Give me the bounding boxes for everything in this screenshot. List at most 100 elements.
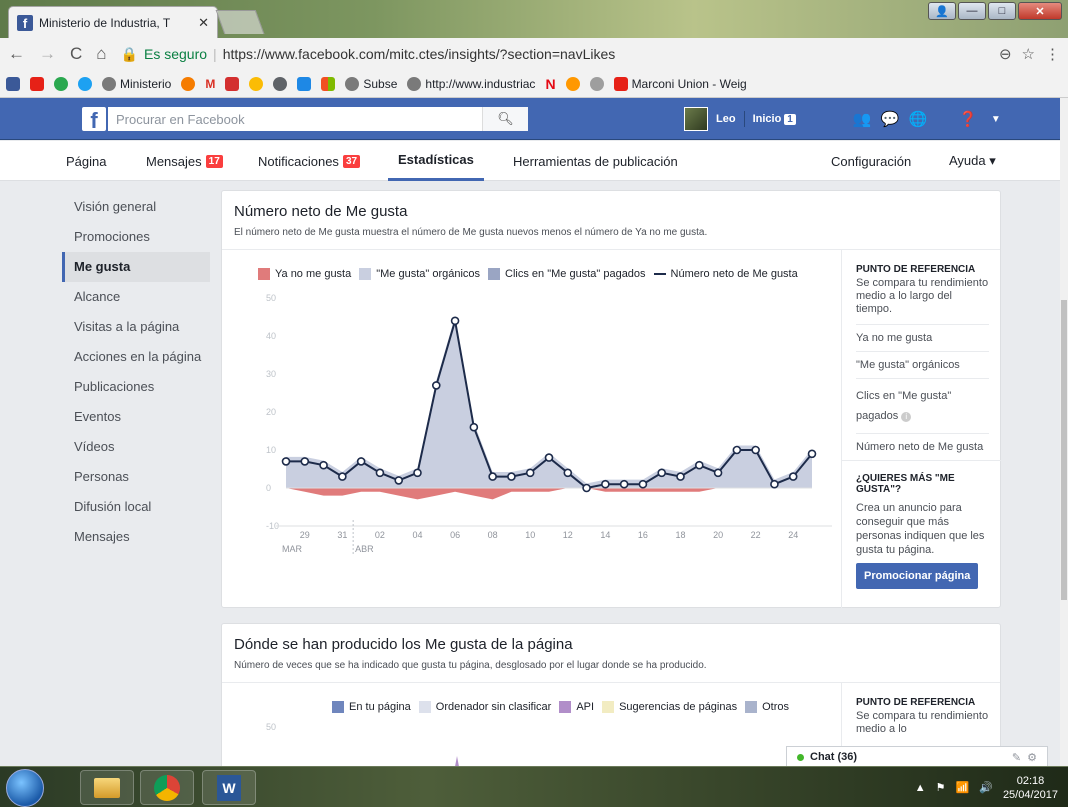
sidebar-item-me-gusta[interactable]: Me gusta (62, 252, 210, 282)
minimize-button[interactable]: — (958, 2, 986, 20)
avatar[interactable] (684, 107, 708, 131)
new-tab-button[interactable] (215, 10, 265, 34)
forward-icon[interactable]: → (39, 44, 56, 64)
card-title: Dónde se han producido los Me gusta de l… (234, 636, 573, 653)
sidebar-item-publicaciones[interactable]: Publicaciones (62, 372, 210, 402)
reload-icon[interactable]: C (70, 44, 82, 64)
promote-page-button[interactable]: Promocionar página (856, 563, 979, 589)
app-icon[interactable] (297, 76, 312, 91)
chrome-taskbar-icon[interactable] (140, 770, 194, 805)
sidebar-item-personas[interactable]: Personas (62, 462, 210, 492)
x-tick-label: 18 (675, 530, 685, 540)
app-icon[interactable] (249, 76, 264, 91)
legend-organic[interactable]: "Me gusta" orgánicos (359, 268, 480, 280)
month-label: MAR (282, 544, 303, 554)
tab-herramientas[interactable]: Herramientas de publicación (513, 141, 678, 181)
flag-icon[interactable]: ⚑ (936, 781, 946, 794)
legend-suggestions[interactable]: Sugerencias de páginas (602, 701, 737, 713)
legend-on-page[interactable]: En tu página (332, 701, 411, 713)
sidebar-item-visitas[interactable]: Visitas a la página (62, 312, 210, 342)
facebook-logo-icon[interactable]: f (82, 107, 106, 132)
account-menu-icon[interactable]: ▼ (986, 109, 1006, 129)
home-link[interactable]: Inicio 1 (753, 113, 796, 125)
browser-tab[interactable]: f Ministerio de Industria, T ✕ (8, 6, 218, 38)
clock[interactable]: 02:18 25/04/2017 (1003, 774, 1058, 802)
user-name[interactable]: Leo (716, 113, 736, 125)
sidebar-item-alcance[interactable]: Alcance (62, 282, 210, 312)
scrollbar-thumb[interactable] (1061, 300, 1067, 600)
twitter-icon[interactable] (78, 76, 92, 91)
lock-icon: 🔒 (120, 45, 138, 62)
sidebar-item-vision-general[interactable]: Visión general (62, 192, 210, 222)
maximize-button[interactable]: □ (988, 2, 1016, 20)
legend-desktop[interactable]: Ordenador sin clasificar (418, 701, 551, 713)
notifications-globe-icon[interactable]: 🌐 (908, 109, 928, 129)
app-icon[interactable] (225, 76, 240, 91)
bookmark-netflix[interactable]: N (545, 76, 555, 92)
facebook-icon[interactable] (6, 76, 20, 91)
app-icon[interactable] (565, 76, 580, 91)
benchmark-panel: PUNTO DE REFERENCIA Se compara tu rendim… (841, 250, 1002, 608)
zoom-icon[interactable]: ⊖ (999, 45, 1012, 63)
tab-configuracion[interactable]: Configuración (831, 141, 911, 181)
sidebar-item-videos[interactable]: Vídeos (62, 432, 210, 462)
legend-paid[interactable]: Clics en "Me gusta" pagados (488, 268, 646, 280)
sidebar-item-promociones[interactable]: Promociones (62, 222, 210, 252)
bookmark-star-icon[interactable]: ☆ (1022, 45, 1035, 63)
help-icon[interactable]: ❓ (958, 109, 978, 129)
explorer-taskbar-icon[interactable] (80, 770, 134, 805)
legend-api[interactable]: API (559, 701, 594, 713)
show-hidden-icons[interactable]: ▲ (915, 782, 926, 794)
tab-mensajes[interactable]: Mensajes 17 (146, 141, 223, 181)
youtube-icon[interactable] (30, 76, 44, 91)
benchmark-organic[interactable]: "Me gusta" orgánicos (856, 351, 989, 378)
user-icon[interactable]: 👤 (928, 2, 956, 20)
tab-notificaciones[interactable]: Notificaciones 37 (258, 141, 361, 181)
tab-pagina[interactable]: Página (66, 141, 106, 181)
app-icon[interactable] (181, 76, 196, 91)
home-icon[interactable]: ⌂ (96, 44, 106, 64)
benchmark-net[interactable]: Número neto de Me gusta (856, 433, 989, 460)
bookmark-marconi[interactable]: Marconi Union - Weig (613, 76, 747, 91)
sidebar-item-difusion-local[interactable]: Difusión local (62, 492, 210, 522)
sidebar-item-eventos[interactable]: Eventos (62, 402, 210, 432)
legend-net[interactable]: Número neto de Me gusta (653, 268, 798, 280)
legend-unlike[interactable]: Ya no me gusta (258, 268, 351, 280)
close-tab-icon[interactable]: ✕ (198, 15, 209, 31)
url-field[interactable]: 🔒 Es seguro | https://www.facebook.com/m… (121, 46, 985, 63)
gear-icon[interactable]: ⚙ (1027, 751, 1037, 764)
benchmark-unlike[interactable]: Ya no me gusta (856, 324, 989, 351)
sidebar-item-acciones[interactable]: Acciones en la página (62, 342, 210, 372)
net-likes-point (638, 479, 648, 489)
sidebar-item-mensajes[interactable]: Mensajes (62, 522, 210, 552)
search-icon[interactable]: 🔍︎ (482, 107, 528, 131)
tab-estadisticas[interactable]: Estadísticas (388, 141, 484, 181)
windows-taskbar: W ▲ ⚑ 📶 🔊 02:18 25/04/2017 (0, 766, 1068, 807)
bookmark-gmail[interactable]: M (205, 77, 215, 91)
legend-others[interactable]: Otros (745, 701, 789, 713)
menu-icon[interactable]: ⋮ (1045, 45, 1060, 63)
net-likes-point (338, 472, 347, 481)
start-button[interactable] (6, 769, 44, 807)
benchmark-title: PUNTO DE REFERENCIA (856, 697, 976, 708)
app-icon[interactable] (54, 76, 68, 91)
word-taskbar-icon[interactable]: W (202, 770, 256, 805)
app-icon[interactable] (273, 76, 288, 91)
chat-bar[interactable]: Chat (36) ✎ ⚙ (786, 746, 1048, 768)
microsoft-icon[interactable] (321, 76, 336, 91)
bookmark-industria[interactable]: http://www.industriac (407, 76, 535, 91)
compose-icon[interactable]: ✎ (1012, 751, 1021, 764)
volume-icon[interactable]: 🔊 (979, 781, 993, 794)
friend-requests-icon[interactable]: 👥 (852, 109, 872, 129)
benchmark-paid[interactable]: Clics en "Me gusta" pagados i (856, 378, 989, 433)
app-icon[interactable] (589, 76, 604, 91)
signal-icon[interactable]: 📶 (956, 781, 970, 794)
bookmark-ministerio[interactable]: Ministerio (102, 76, 171, 91)
back-icon[interactable]: ← (8, 44, 25, 64)
tab-ayuda[interactable]: Ayuda ▾ (949, 141, 996, 181)
search-input[interactable]: Procurar en Facebook 🔍︎ (108, 107, 528, 131)
close-window-button[interactable]: ✕ (1018, 2, 1062, 20)
net-likes-point (431, 381, 441, 390)
bookmark-subse[interactable]: Subse (345, 76, 397, 91)
messenger-icon[interactable]: 💬 (880, 109, 900, 129)
